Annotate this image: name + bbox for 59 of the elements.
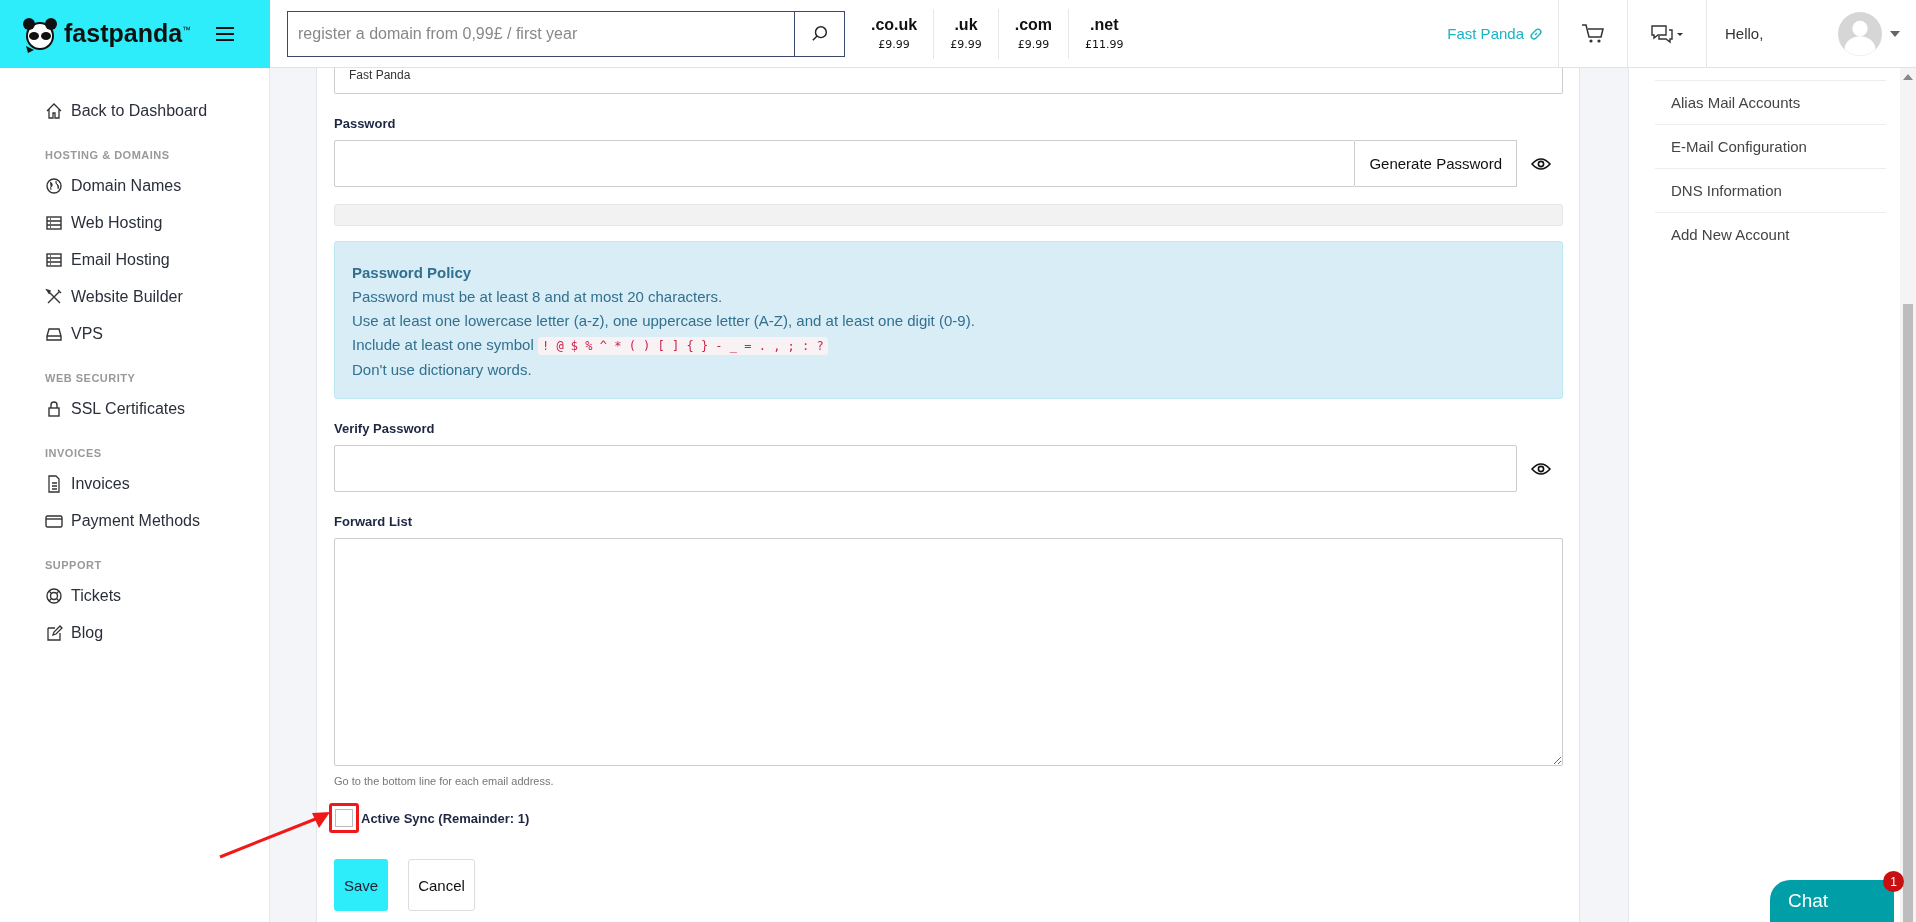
sidebar-item[interactable]: VPS xyxy=(45,315,269,352)
sidebar-item[interactable]: Back to Dashboard xyxy=(45,92,269,129)
forward-list-field[interactable] xyxy=(334,538,1563,766)
lock-icon xyxy=(45,399,63,418)
sidebar-item[interactable]: Blog xyxy=(45,614,269,651)
checkbox-label: Active Sync (Remainder: 1) xyxy=(361,810,530,826)
sidebar-heading: HOSTING & DOMAINS xyxy=(45,149,171,161)
globe-icon xyxy=(45,176,63,195)
panel-link[interactable]: Alias Mail Accounts xyxy=(1655,80,1886,124)
domain-price[interactable]: .uk £9.99 xyxy=(934,8,999,59)
sidebar-heading: SUPPORT xyxy=(45,559,103,571)
home-icon xyxy=(45,101,63,120)
sidebar-item[interactable]: Tickets xyxy=(45,577,269,614)
field-label: Verify Password xyxy=(334,421,436,436)
policy-text: Don't use dictionary words. xyxy=(352,360,533,380)
panel-link[interactable]: DNS Information xyxy=(1655,168,1886,212)
search-icon xyxy=(810,24,829,43)
tools-icon xyxy=(45,287,63,306)
cancel-button[interactable]: Cancel xyxy=(408,859,475,911)
server-icon xyxy=(45,213,63,232)
domain-price[interactable]: .com £9.99 xyxy=(998,8,1070,59)
caret-icon[interactable] xyxy=(1890,30,1900,37)
checkbox[interactable] xyxy=(335,809,353,827)
alert-title: Password Policy xyxy=(352,263,473,283)
name-field[interactable]: Fast Panda xyxy=(334,68,1563,94)
sidebar-item[interactable]: Email Hosting xyxy=(45,241,269,278)
field-label: Forward List xyxy=(334,514,413,529)
symbol-list: ! @ $ % ^ * ( ) [ ] { } - _ = . , ; : ? xyxy=(537,337,828,355)
sidebar-item[interactable]: Website Builder xyxy=(45,278,269,315)
panel-link[interactable]: E-Mail Configuration xyxy=(1655,124,1886,168)
server-icon xyxy=(45,250,63,269)
greeting-text: Hello, xyxy=(1725,25,1764,42)
logo-text: fastpanda$^{™}$ xyxy=(64,19,192,48)
password-field[interactable] xyxy=(334,140,1356,187)
sidebar-heading: WEB SECURITY xyxy=(45,372,137,384)
domain-price[interactable]: .co.uk £9.99 xyxy=(855,8,935,59)
edit-icon xyxy=(45,623,63,642)
domain-price[interactable]: .net £11.99 xyxy=(1069,8,1140,59)
sidebar-heading: INVOICES xyxy=(45,447,103,459)
policy-text: Password must be at least 8 and at most 20 characters. xyxy=(352,287,724,307)
doc-icon xyxy=(45,474,63,493)
policy-text: Use at least one lowercase letter (a-z), one uppercase letter (A-Z), and at least one digit (0-9). xyxy=(352,311,976,331)
lifebuoy-icon xyxy=(45,586,63,605)
verify-password-field[interactable] xyxy=(334,445,1517,492)
show-password-icon[interactable] xyxy=(1531,156,1551,171)
sidebar-item[interactable]: Domain Names xyxy=(45,167,269,204)
help-text: Go to the bottom line for each email address. xyxy=(334,775,555,787)
policy-text: Include at least one symbol xyxy=(352,336,534,353)
scrollbar[interactable] xyxy=(1900,68,1916,922)
save-button[interactable]: Save xyxy=(334,859,388,911)
generate-password-button[interactable]: Generate Password xyxy=(1355,140,1517,187)
menu-icon[interactable] xyxy=(215,25,236,42)
sidebar-item[interactable]: Payment Methods xyxy=(45,502,269,539)
panel-link[interactable]: Add New Account xyxy=(1655,212,1886,256)
show-password-icon[interactable] xyxy=(1531,461,1551,476)
sidebar-item[interactable]: SSL Certificates xyxy=(45,390,269,427)
field-label: Password xyxy=(334,116,397,131)
sidebar-item[interactable]: Invoices xyxy=(45,465,269,502)
sidebar-item[interactable]: Web Hosting xyxy=(45,204,269,241)
